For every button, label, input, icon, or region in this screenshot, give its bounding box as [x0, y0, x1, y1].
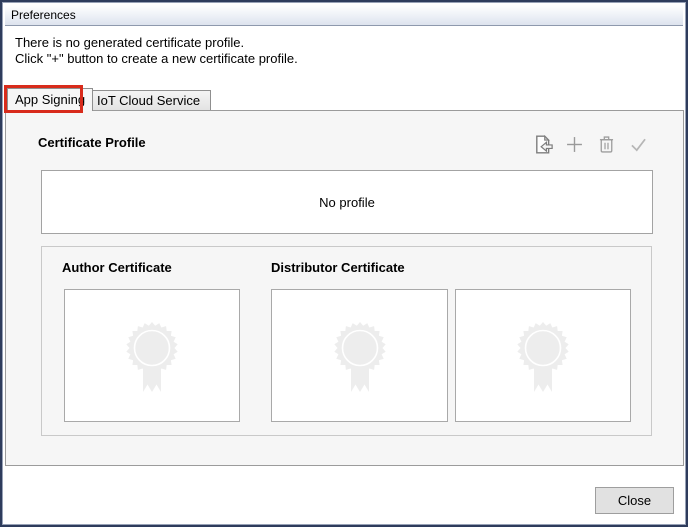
close-button[interactable]: Close [595, 487, 674, 514]
certificate-profile-toolbar [531, 133, 649, 155]
title-bar[interactable]: Preferences [5, 5, 683, 26]
tab-app-signing[interactable]: App Signing [7, 88, 93, 111]
distributor-certificate-label: Distributor Certificate [271, 260, 405, 275]
message-line-1: There is no generated certificate profil… [15, 35, 683, 51]
message-area: There is no generated certificate profil… [5, 27, 683, 87]
certificate-seal-icon [503, 314, 583, 398]
app-signing-panel: Certificate Profile [5, 110, 684, 466]
plus-icon [564, 134, 585, 155]
profile-list-empty: No profile [41, 170, 653, 234]
message-line-2: Click "+" button to create a new certifi… [15, 51, 683, 67]
no-profile-text: No profile [319, 195, 375, 210]
check-icon [628, 134, 649, 155]
tab-label: App Signing [15, 92, 85, 107]
certificate-profile-title: Certificate Profile [38, 135, 146, 150]
author-certificate-label: Author Certificate [62, 260, 172, 275]
window-title: Preferences [11, 8, 76, 22]
trash-icon [596, 134, 617, 155]
certificate-seal-icon [320, 314, 400, 398]
tab-label: IoT Cloud Service [97, 93, 200, 108]
certificate-seal-icon [112, 314, 192, 398]
distributor-certificate-box-1 [271, 289, 448, 422]
certificates-group: Author Certificate Distributor Certifica… [41, 246, 652, 436]
document-import-icon [532, 134, 553, 155]
add-profile-button[interactable] [563, 133, 585, 155]
preferences-dialog: Preferences There is no generated certif… [0, 0, 688, 527]
import-profile-button[interactable] [531, 133, 553, 155]
apply-profile-button[interactable] [627, 133, 649, 155]
dialog-button-bar: Close [5, 466, 683, 524]
delete-profile-button[interactable] [595, 133, 617, 155]
distributor-certificate-box-2 [455, 289, 631, 422]
tab-iot-cloud-service[interactable]: IoT Cloud Service [86, 90, 211, 110]
author-certificate-box [64, 289, 240, 422]
